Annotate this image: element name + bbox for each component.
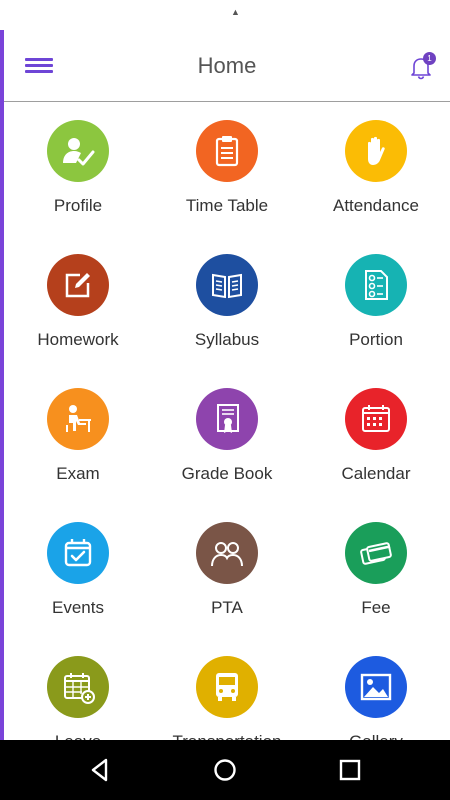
tile-label: Syllabus <box>194 330 260 349</box>
tile-circle <box>345 388 407 450</box>
certificate-icon <box>217 404 239 433</box>
profile-icon <box>63 138 95 166</box>
bus-icon <box>216 673 238 701</box>
recents-button[interactable] <box>336 756 364 784</box>
document-icon <box>365 270 388 300</box>
tile-label: Grade Book <box>181 464 273 483</box>
tile-grade-book[interactable]: Grade Book <box>153 371 301 505</box>
tile-circle <box>47 656 109 718</box>
status-indicator: ▲ <box>231 7 240 17</box>
tile-circle <box>345 522 407 584</box>
tile-circle <box>345 120 407 182</box>
tile-attendance[interactable]: Attendance <box>302 103 450 237</box>
feature-grid: Profile Time Table Attendance Homework S… <box>4 103 450 740</box>
app-bar: Home 1 <box>4 30 450 102</box>
tile-exam[interactable]: Exam <box>4 371 152 505</box>
tile-label: Events <box>52 598 104 617</box>
calendar-add-icon <box>64 673 95 704</box>
tile-label: Homework <box>37 330 119 349</box>
tile-label: Gallery <box>302 732 450 740</box>
tile-circle <box>47 388 109 450</box>
system-nav-bar <box>0 740 450 800</box>
event-check-icon <box>64 539 92 567</box>
tile-syllabus[interactable]: Syllabus <box>153 237 301 371</box>
student-desk-icon <box>66 405 91 432</box>
tile-label: Attendance <box>332 196 419 215</box>
tile-circle <box>196 522 258 584</box>
tile-label: Leave <box>4 732 152 740</box>
notifications-button[interactable]: 1 <box>406 52 436 82</box>
tile-fee[interactable]: Fee <box>302 505 450 639</box>
tile-transportation[interactable]: Transportation <box>153 639 301 740</box>
status-bar: ▲ <box>0 0 450 30</box>
tile-circle <box>47 522 109 584</box>
book-icon <box>212 273 242 299</box>
tile-circle <box>196 120 258 182</box>
tile-circle <box>47 254 109 316</box>
tile-pta[interactable]: PTA <box>153 505 301 639</box>
people-icon <box>211 542 243 567</box>
tile-label: Fee <box>361 598 391 617</box>
cards-icon <box>360 542 392 565</box>
tile-circle <box>196 656 258 718</box>
back-button[interactable] <box>86 756 114 784</box>
tile-homework[interactable]: Homework <box>4 237 152 371</box>
tile-circle <box>196 254 258 316</box>
tile-label: Profile <box>53 196 103 215</box>
tile-circle <box>345 254 407 316</box>
tile-label: Calendar <box>341 464 411 483</box>
tile-portion[interactable]: Portion <box>302 237 450 371</box>
edit-icon <box>65 273 90 298</box>
tile-circle <box>345 656 407 718</box>
tile-label: Transportation <box>153 732 301 740</box>
tile-label: PTA <box>211 598 243 617</box>
tile-time-table[interactable]: Time Table <box>153 103 301 237</box>
page-title: Home <box>197 53 257 78</box>
tile-leave[interactable]: Leave <box>4 639 152 740</box>
tile-circle <box>47 120 109 182</box>
tile-profile[interactable]: Profile <box>4 103 152 237</box>
home-button[interactable] <box>211 756 239 784</box>
clipboard-icon <box>215 136 239 167</box>
tile-events[interactable]: Events <box>4 505 152 639</box>
tile-calendar[interactable]: Calendar <box>302 371 450 505</box>
tile-label: Exam <box>56 464 100 483</box>
calendar-icon <box>362 405 390 432</box>
back-icon <box>91 758 108 782</box>
hand-icon <box>368 136 385 165</box>
tile-label: Time Table <box>185 196 269 215</box>
home-circle-icon <box>214 759 236 781</box>
tile-label: Portion <box>349 330 403 349</box>
tile-gallery[interactable]: Gallery <box>302 639 450 740</box>
tile-circle <box>196 388 258 450</box>
image-icon <box>360 673 392 701</box>
recents-square-icon <box>339 759 361 781</box>
notification-badge: 1 <box>423 52 436 65</box>
